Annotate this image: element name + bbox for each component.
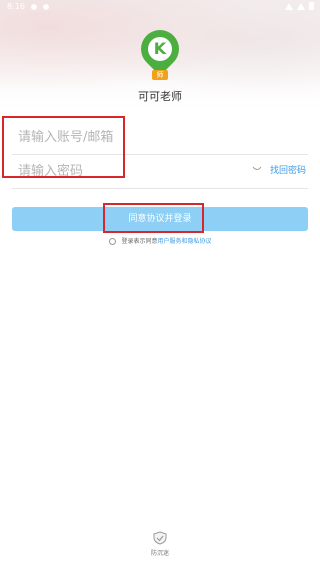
password-field: 找回密码 [12,152,308,189]
anti-addiction-label: 防沉迷 [150,550,169,557]
agreement-text: 登录表示同意 [121,238,158,245]
notification-icon [42,3,49,10]
account-field [12,118,308,155]
password-input[interactable] [16,158,240,184]
account-input[interactable] [16,124,240,150]
logo-letter: K [153,39,167,58]
status-bar: 8:16 [0,0,320,14]
notification-icon [30,3,37,10]
status-time: 8:16 [7,2,25,11]
app-logo: K 师 [133,22,187,82]
wifi-icon [285,2,293,10]
shield-check-icon[interactable] [151,531,169,545]
battery-icon [309,2,314,10]
agreement-link[interactable]: 用户服务和隐私协议 [157,238,211,245]
forgot-password-link[interactable]: 找回密码 [270,163,306,176]
app-title: 可可老师 [138,90,182,103]
agreement-row: 登录表示同意用户服务和隐私协议 [0,236,320,245]
login-button[interactable]: 同意协议并登录 [12,207,308,231]
eye-closed-icon[interactable] [252,166,262,172]
login-button-label: 同意协议并登录 [128,214,192,224]
signal-icon [297,2,305,10]
logo-tag: 师 [152,70,168,80]
radio-icon[interactable] [108,238,116,245]
